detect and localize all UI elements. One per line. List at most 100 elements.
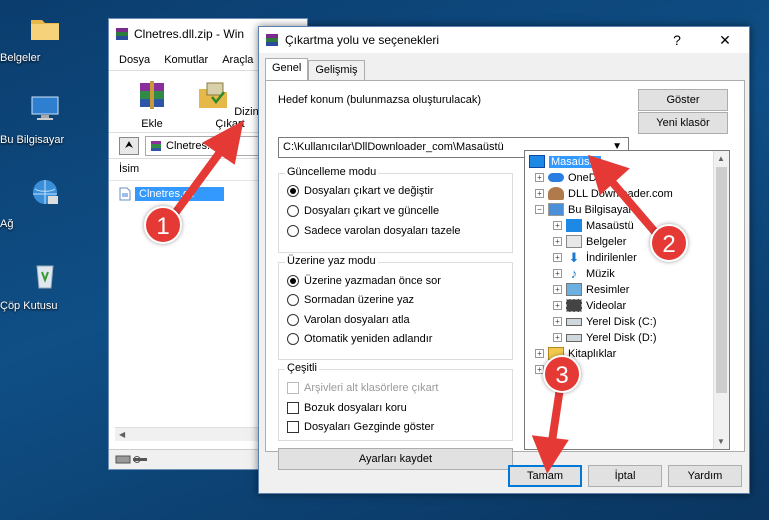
scrollbar-thumb[interactable] — [716, 167, 727, 393]
expand-icon[interactable]: + — [535, 189, 544, 198]
checkbox[interactable] — [287, 421, 299, 433]
dialog-titlebar[interactable]: Çıkartma yolu ve seçenekleri ? ✕ — [259, 27, 749, 53]
winrar-books-icon — [140, 81, 164, 109]
tree-node-onedrive[interactable]: + OneDri — [535, 170, 603, 185]
tree-node-disk-d[interactable]: + Yerel Disk (D:) — [553, 330, 657, 345]
dialog-tabs: Genel Gelişmiş — [265, 58, 365, 80]
checkbox[interactable] — [287, 402, 299, 414]
add-button[interactable]: Ekle — [123, 79, 181, 132]
update-option-replace[interactable]: Dosyaları çıkart ve değiştir — [287, 185, 434, 197]
tree-node-pictures[interactable]: + Resimler — [553, 282, 629, 297]
menu-komutlar[interactable]: Komutlar — [164, 54, 208, 66]
tree-node-dlldownloader[interactable]: + DLL Downloader.com — [535, 186, 673, 201]
download-arrow-icon: ⬇ — [568, 250, 580, 265]
cancel-button[interactable]: İptal — [588, 465, 662, 487]
add-button-label: Ekle — [141, 118, 163, 130]
radio-button[interactable] — [287, 314, 299, 326]
radio-button[interactable] — [287, 333, 299, 345]
desktop-icon-ag[interactable]: Ağ — [0, 176, 90, 230]
extract-to-button[interactable]: Dizine Çıkart — [195, 79, 265, 132]
expand-icon[interactable]: + — [553, 253, 562, 262]
overwrite-option-skip[interactable]: Varolan dosyaları atla — [287, 314, 410, 326]
expand-icon[interactable]: + — [535, 349, 544, 358]
scroll-up-arrow-icon[interactable]: ▲ — [717, 154, 725, 163]
tree-node-disk-c[interactable]: + Yerel Disk (C:) — [553, 314, 657, 329]
show-button[interactable]: Göster — [638, 89, 728, 111]
expand-icon[interactable]: + — [553, 221, 562, 230]
radio-button[interactable] — [287, 275, 299, 287]
tree-node-this-pc[interactable]: − Bu Bilgisayar — [535, 202, 632, 217]
checkbox — [287, 382, 299, 394]
misc-option-show-in-explorer[interactable]: Dosyaları Gezginde göster — [287, 421, 434, 433]
tree-node-documents[interactable]: + Belgeler — [553, 234, 626, 249]
tree-node-label: Yerel Disk (C:) — [586, 315, 657, 328]
option-label: Dosyaları çıkart ve değiştir — [304, 185, 434, 197]
tree-node-music[interactable]: + ♪ Müzik — [553, 266, 615, 281]
desktop-icon — [529, 155, 545, 168]
radio-button[interactable] — [287, 205, 299, 217]
folder-tree[interactable]: Masaüstü + OneDri + DLL Downloader.com − Bu… — [524, 150, 730, 450]
update-option-update[interactable]: Dosyaları çıkart ve güncelle — [287, 205, 439, 217]
up-folder-button[interactable]: ⮝ — [119, 136, 139, 155]
tree-node-videos[interactable]: + Videolar — [553, 298, 626, 313]
archive-path: Clnetres.dll — [166, 139, 222, 152]
step-marker-3: 3 — [543, 355, 581, 393]
misc-option-keep-broken[interactable]: Bozuk dosyaları koru — [287, 402, 407, 414]
desktop-icon-cop-kutusu[interactable]: Çöp Kutusu — [0, 258, 90, 312]
help-button[interactable]: Yardım — [668, 465, 742, 487]
tree-node-label: Masaüstü — [549, 155, 601, 168]
desktop-icon — [566, 219, 582, 232]
tree-scrollbar[interactable]: ▲ ▼ — [713, 151, 729, 449]
update-mode-group: Güncelleme modu Dosyaları çıkart ve deği… — [278, 166, 513, 253]
documents-icon — [566, 235, 582, 248]
expand-icon[interactable]: + — [553, 285, 562, 294]
overwrite-option-always[interactable]: Sormadan üzerine yaz — [287, 294, 414, 306]
expand-icon[interactable]: + — [535, 173, 544, 182]
tree-node-desktop[interactable]: Masaüstü — [529, 154, 601, 169]
misc-option-subfolders: Arşivleri alt klasörlere çıkart — [287, 382, 438, 394]
winrar-app-icon — [266, 34, 278, 46]
archive-icon — [151, 140, 161, 151]
menu-araclar[interactable]: Araçla — [222, 54, 253, 66]
drive-key-icon — [115, 455, 147, 464]
expand-icon[interactable]: + — [553, 301, 562, 310]
radio-button[interactable] — [287, 225, 299, 237]
computer-icon — [31, 96, 59, 120]
option-label: Varolan dosyaları atla — [304, 314, 410, 326]
tree-node-label: Kitaplıklar — [568, 347, 617, 360]
radio-button[interactable] — [287, 185, 299, 197]
misc-title: Çeşitli — [285, 362, 319, 374]
target-label: Hedef konum (bulunmazsa oluşturulacak) — [278, 94, 481, 106]
radio-button[interactable] — [287, 294, 299, 306]
close-icon[interactable]: ✕ — [705, 27, 745, 53]
music-note-icon: ♪ — [570, 266, 578, 281]
extract-folder-icon — [199, 82, 228, 108]
ok-button[interactable]: Tamam — [508, 465, 582, 487]
tab-genel[interactable]: Genel — [265, 58, 309, 80]
tree-node-pc-desktop[interactable]: + Masaüstü — [553, 218, 634, 233]
new-folder-button[interactable]: Yeni klasör — [638, 112, 728, 134]
expand-icon[interactable]: + — [553, 237, 562, 246]
collapse-icon[interactable]: − — [535, 205, 544, 214]
tab-gelismis[interactable]: Gelişmiş — [308, 60, 365, 80]
scroll-down-arrow-icon[interactable]: ▼ — [717, 437, 725, 446]
file-name: Clnetres.dll — [135, 187, 225, 201]
expand-icon[interactable]: + — [553, 269, 562, 278]
overwrite-option-rename[interactable]: Otomatik yeniden adlandır — [287, 333, 432, 345]
expand-icon[interactable]: + — [553, 317, 562, 326]
help-title-button[interactable]: ? — [657, 27, 697, 53]
desktop-icon-bu-bilgisayar[interactable]: Bu Bilgisayar — [0, 92, 90, 146]
overwrite-option-ask[interactable]: Üzerine yazmadan önce sor — [287, 275, 441, 287]
menu-dosya[interactable]: Dosya — [119, 54, 150, 66]
folder-icon — [31, 20, 59, 40]
tree-node-downloads[interactable]: + ⬇ İndirilenler — [553, 250, 637, 265]
winrar-title: Clnetres.dll.zip - Win — [134, 27, 245, 41]
desktop-icon-belgeler[interactable]: Belgeler — [0, 10, 90, 64]
tree-node-libraries[interactable]: + Kitaplıklar — [535, 346, 616, 361]
expand-icon[interactable]: + — [553, 333, 562, 342]
film-icon — [566, 299, 582, 312]
update-option-refresh[interactable]: Sadece varolan dosyaları tazele — [287, 225, 461, 237]
option-label: Sormadan üzerine yaz — [304, 294, 415, 306]
pictures-icon — [566, 283, 582, 296]
save-settings-button[interactable]: Ayarları kaydet — [278, 448, 513, 470]
